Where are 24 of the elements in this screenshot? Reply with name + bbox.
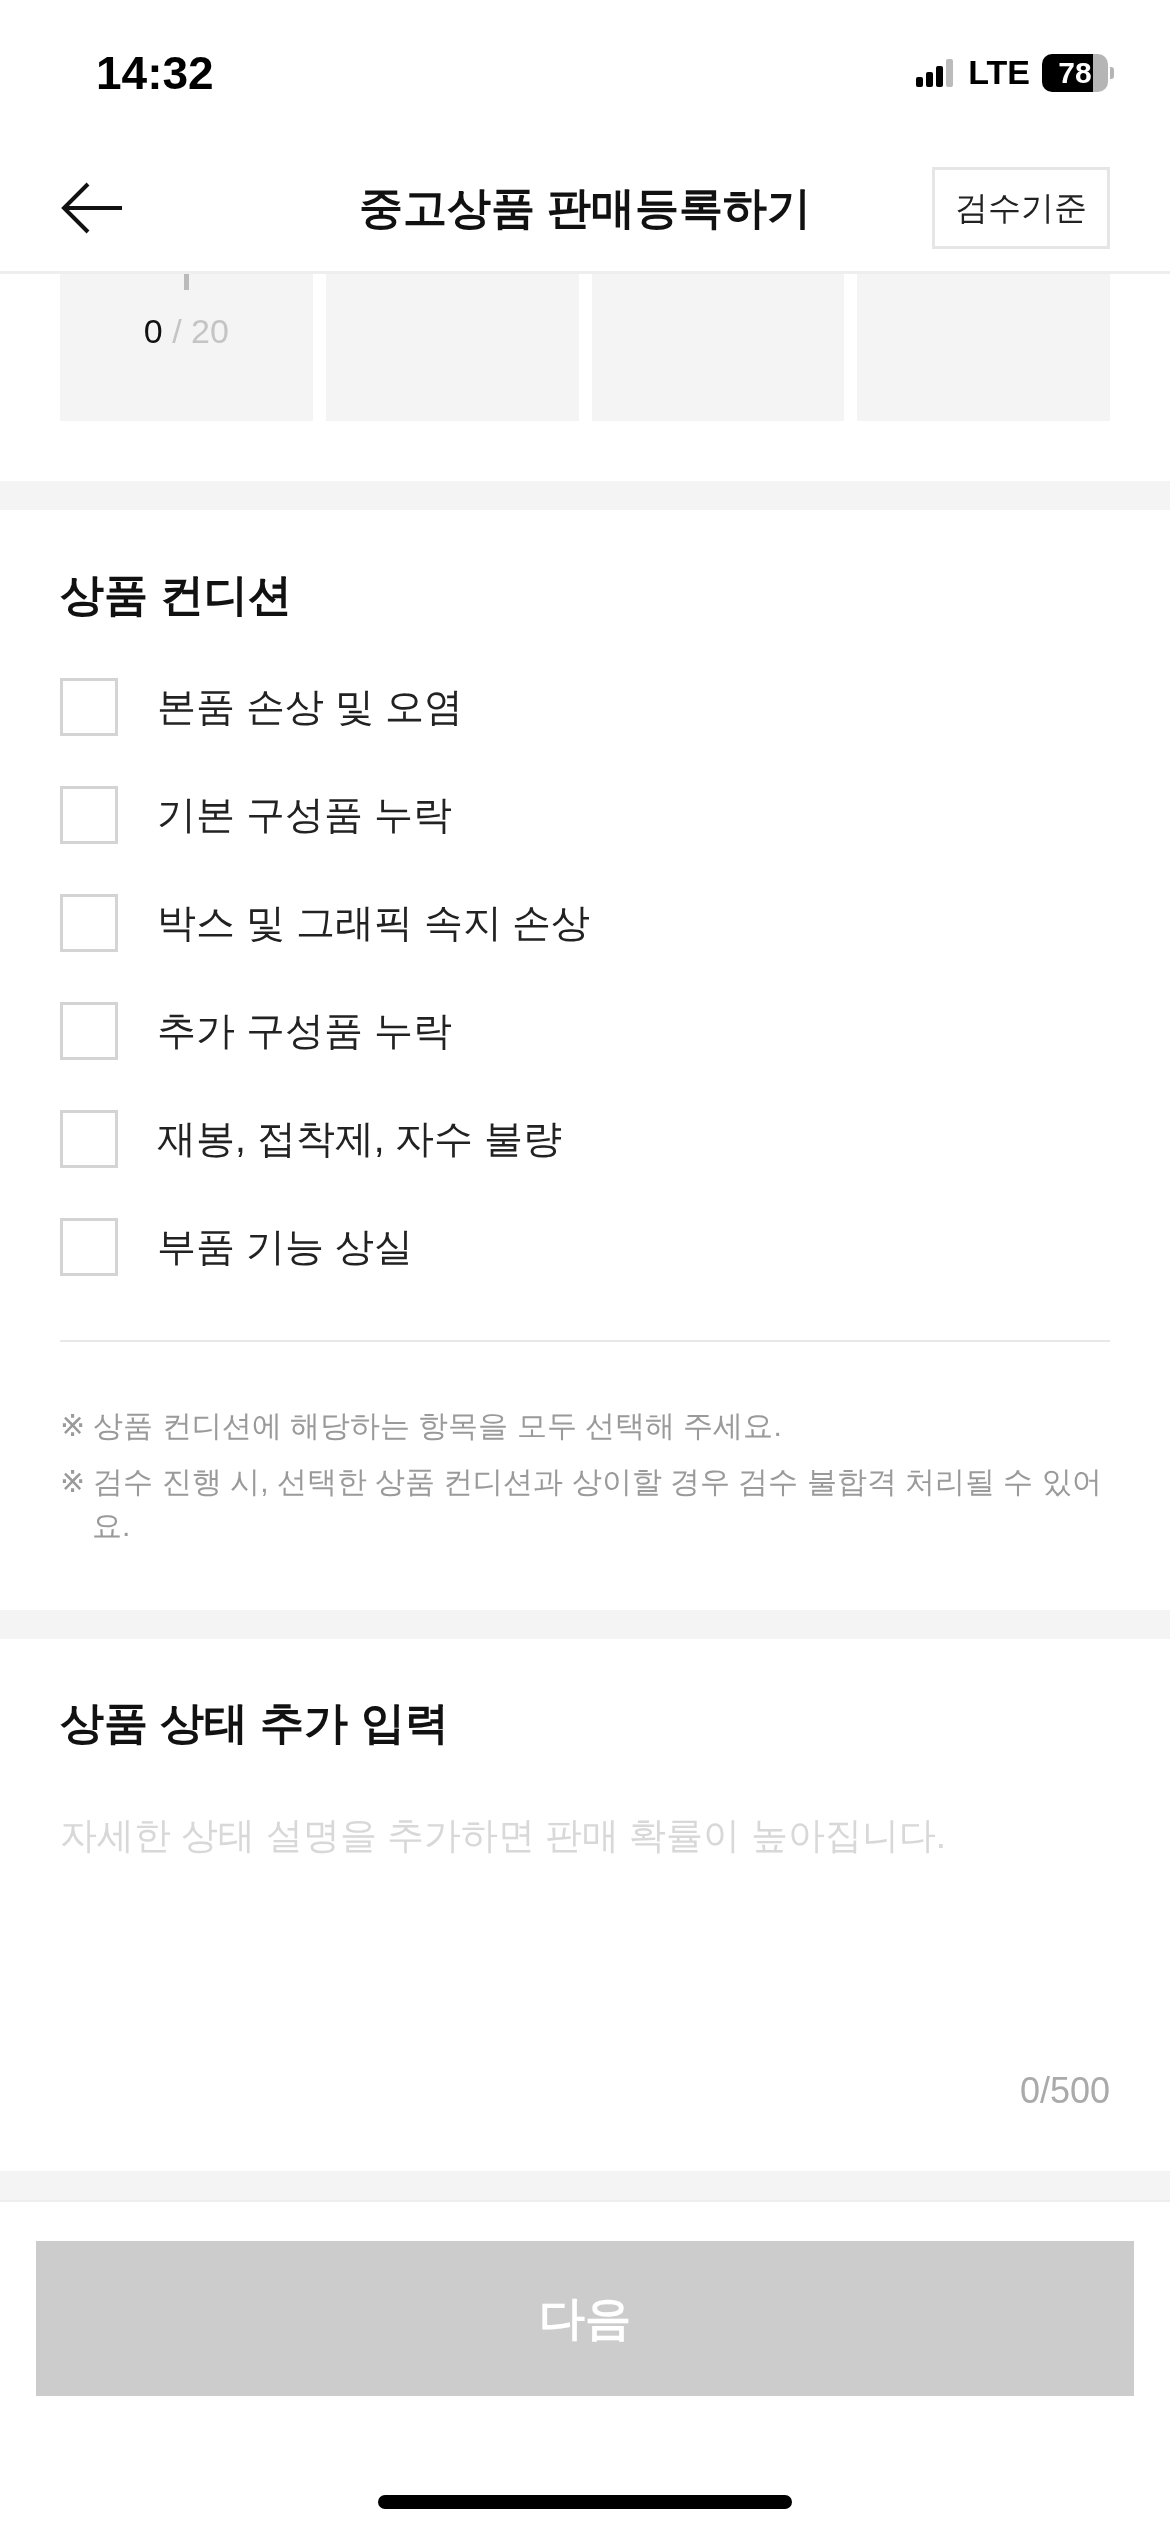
character-counter: 0/500 (1019, 2069, 1110, 2113)
back-arrow-icon[interactable] (60, 180, 124, 236)
inspection-criteria-button[interactable]: 검수기준 (932, 167, 1110, 249)
notice-text: ※ 상품 컨디션에 해당하는 항목을 모두 선택해 주세요. (60, 1408, 783, 1444)
checkbox-label[interactable]: 박스 및 그래픽 속지 손상 (157, 896, 591, 950)
checkbox[interactable] (60, 678, 118, 736)
network-label: LTE (968, 53, 1030, 92)
checkbox-label[interactable]: 부품 기능 상실 (157, 1220, 413, 1274)
checkbox[interactable] (60, 894, 118, 952)
page-title: 중고상품 판매등록하기 (358, 181, 812, 234)
checkbox[interactable] (60, 786, 118, 844)
status-time: 14:32 (96, 45, 214, 100)
checkbox-label[interactable]: 본품 손상 및 오염 (157, 680, 463, 734)
section-title: 상품 컨디션 (60, 569, 294, 621)
battery-indicator: 78 (1042, 53, 1114, 92)
section-title: 상품 상태 추가 입력 (60, 1697, 450, 1749)
checkbox-label[interactable]: 재봉, 접착제, 자수 불량 (157, 1112, 563, 1166)
checkbox-label[interactable]: 추가 구성품 누락 (157, 1004, 452, 1058)
checkbox[interactable] (60, 1002, 118, 1060)
checkbox-label[interactable]: 기본 구성품 누락 (157, 788, 452, 842)
checkbox[interactable] (60, 1110, 118, 1168)
checkbox[interactable] (60, 1218, 118, 1276)
notice-text: ※ 검수 진행 시, 선택한 상품 컨디션과 상이할 경우 검수 불합격 처리될 수 있어요. (60, 1464, 1103, 1544)
text-cursor (183, 274, 189, 290)
